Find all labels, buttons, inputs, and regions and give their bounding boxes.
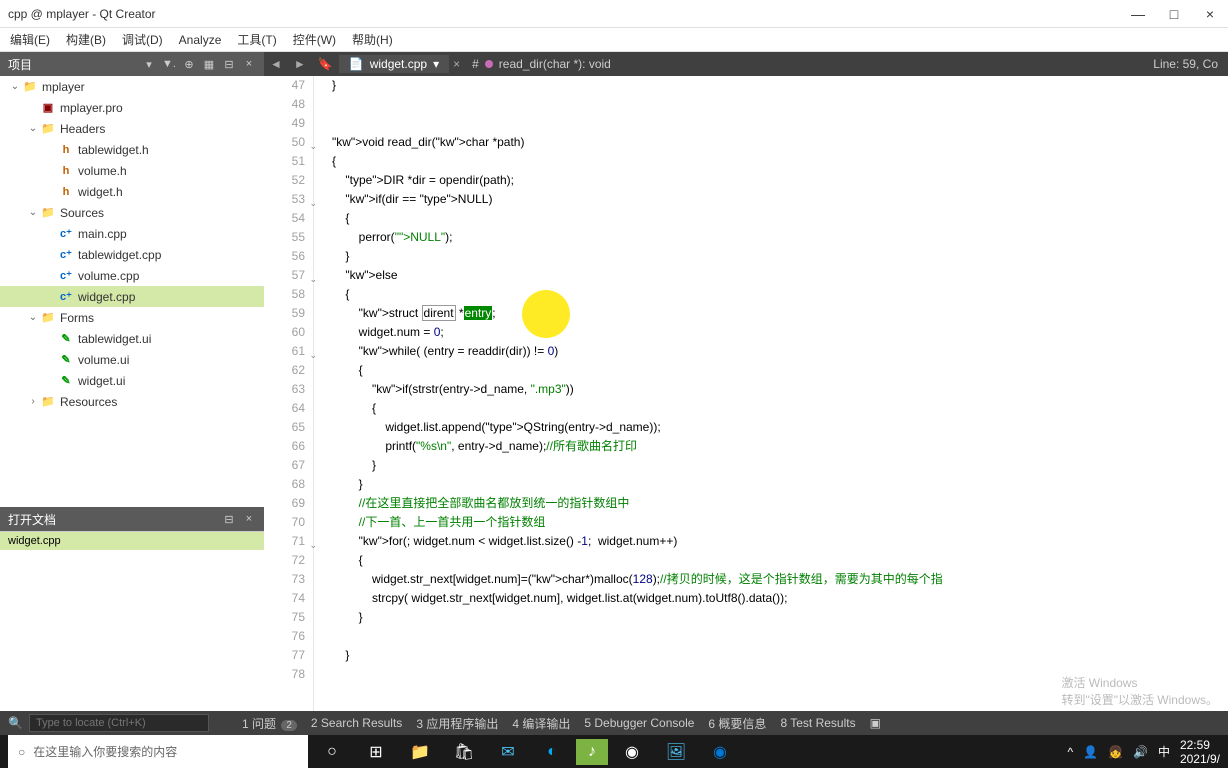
test-results-tab[interactable]: 8 Test Results [780, 716, 855, 730]
file-icon: 📄 [349, 57, 364, 71]
tree-node[interactable]: ✎volume.ui [0, 349, 264, 370]
issues-tab[interactable]: 1 问题 2 [242, 715, 297, 732]
tray-ime-icon[interactable]: 中 [1158, 743, 1170, 760]
tray-up-icon[interactable]: ^ [1067, 745, 1073, 759]
tree-node[interactable]: ⌄📁mplayer [0, 76, 264, 97]
menu-widgets[interactable]: 控件(W) [285, 29, 344, 50]
maximize-button[interactable]: □ [1164, 4, 1184, 24]
split-icon[interactable]: ⊟ [222, 57, 236, 71]
tray-user-icon[interactable]: 👧 [1108, 745, 1123, 759]
app-icon-2[interactable]: ◉ [612, 735, 652, 768]
menu-debug[interactable]: 调试(D) [114, 29, 171, 50]
filter-icon[interactable]: ▼. [162, 57, 176, 71]
tree-node[interactable]: ▣mplayer.pro [0, 97, 264, 118]
editor-tab-bar: ◄ ► 🔖 📄 widget.cpp ▾ × # read_dir(char *… [264, 52, 1228, 76]
breadcrumb[interactable]: # read_dir(char *): void [464, 57, 619, 71]
docs-panel-header: 打开文档 ⊟ × [0, 507, 264, 531]
cortana-circle-icon[interactable]: ○ [312, 735, 352, 768]
breadcrumb-text: read_dir(char *): void [499, 57, 611, 71]
tree-node[interactable]: ✎tablewidget.ui [0, 328, 264, 349]
code-content[interactable]: }"kw">void read_dir("kw">char *path){ "t… [314, 76, 1228, 711]
locator[interactable]: 🔍 [8, 714, 228, 732]
project-tree[interactable]: ⌄📁mplayer▣mplayer.pro⌄📁Headershtablewidg… [0, 76, 264, 507]
explorer-icon[interactable]: 📁 [400, 735, 440, 768]
nav-fwd-icon[interactable]: ► [288, 57, 312, 71]
menu-analyze[interactable]: Analyze [171, 31, 230, 49]
window-controls: — □ × [1128, 4, 1220, 24]
left-panel: 项目 ▾ ▼. ⊕ ▦ ⊟ × ⌄📁mplayer▣mplayer.pro⌄📁H… [0, 52, 264, 711]
tree-node[interactable]: c⁺main.cpp [0, 223, 264, 244]
dropdown-icon[interactable]: ▾ [142, 57, 156, 71]
editor-panel: ◄ ► 🔖 📄 widget.cpp ▾ × # read_dir(char *… [264, 52, 1228, 711]
tree-node[interactable]: ✎widget.ui [0, 370, 264, 391]
menu-edit[interactable]: 编辑(E) [2, 29, 58, 50]
layout-icon[interactable]: ▦ [202, 57, 216, 71]
debugger-console-tab[interactable]: 5 Debugger Console [584, 716, 694, 730]
close-button[interactable]: × [1200, 4, 1220, 24]
docs-close-icon[interactable]: × [242, 512, 256, 526]
code-editor[interactable]: 47484950⌄515253⌄54555657⌄58596061⌄626364… [264, 76, 1228, 711]
tree-node[interactable]: hwidget.h [0, 181, 264, 202]
menu-tools[interactable]: 工具(T) [229, 29, 284, 50]
mail-icon[interactable]: ✉ [488, 735, 528, 768]
window-title: cpp @ mplayer - Qt Creator [8, 7, 156, 21]
tree-node[interactable]: ⌄📁Sources [0, 202, 264, 223]
edge-icon[interactable]: ◉ [700, 735, 740, 768]
photos-icon[interactable]: 🖼 [656, 735, 696, 768]
nav-back-icon[interactable]: ◄ [264, 57, 288, 71]
tree-node[interactable]: ⌄📁Headers [0, 118, 264, 139]
project-panel-title: 项目 [8, 56, 32, 73]
bookmark-icon[interactable]: 🔖 [312, 57, 339, 71]
tab-dropdown-icon[interactable]: ▾ [433, 57, 439, 71]
taskbar-search-placeholder: 在这里输入你要搜索的内容 [33, 743, 177, 760]
minimize-button[interactable]: — [1128, 4, 1148, 24]
tree-node[interactable]: ›📁Resources [0, 391, 264, 412]
browser-icon[interactable]: ◐ [532, 735, 572, 768]
taskbar-search[interactable]: ○ 在这里输入你要搜索的内容 [8, 735, 308, 768]
close-panel-icon[interactable]: × [242, 57, 256, 71]
output-toggle-icon[interactable]: ▣ [870, 716, 881, 730]
active-tab[interactable]: 📄 widget.cpp ▾ [339, 55, 449, 73]
tree-node[interactable]: c⁺tablewidget.cpp [0, 244, 264, 265]
menu-build[interactable]: 构建(B) [58, 29, 114, 50]
cortana-icon: ○ [18, 745, 25, 759]
tree-node[interactable]: htablewidget.h [0, 139, 264, 160]
function-icon [485, 60, 493, 68]
clock[interactable]: 22:59 2021/9/ [1180, 738, 1220, 766]
search-results-tab[interactable]: 2 Search Results [311, 716, 402, 730]
general-messages-tab[interactable]: 6 概要信息 [708, 715, 766, 732]
docs-panel-title: 打开文档 [8, 511, 56, 528]
bottom-bar: 🔍 1 问题 2 2 Search Results 3 应用程序输出 4 编译输… [0, 711, 1228, 735]
project-panel-header: 项目 ▾ ▼. ⊕ ▦ ⊟ × [0, 52, 264, 76]
sync-icon[interactable]: ⊕ [182, 57, 196, 71]
tree-node[interactable]: c⁺volume.cpp [0, 265, 264, 286]
system-tray[interactable]: ^ 👤 👧 🔊 中 22:59 2021/9/ [1067, 738, 1220, 766]
search-icon: 🔍 [8, 716, 23, 730]
locator-input[interactable] [29, 714, 209, 732]
app-icon-1[interactable]: ♪ [576, 739, 608, 765]
tab-close-icon[interactable]: × [449, 57, 464, 71]
title-bar: cpp @ mplayer - Qt Creator — □ × [0, 0, 1228, 28]
windows-taskbar: ○ 在这里输入你要搜索的内容 ○ ⊞ 📁 🛍 ✉ ◐ ♪ ◉ 🖼 ◉ ^ 👤 👧… [0, 735, 1228, 768]
compile-output-tab[interactable]: 4 编译输出 [512, 715, 570, 732]
open-doc-item[interactable]: widget.cpp [0, 532, 264, 550]
store-icon[interactable]: 🛍 [444, 735, 484, 768]
docs-split-icon[interactable]: ⊟ [222, 512, 236, 526]
cursor-position: Line: 59, Co [1143, 57, 1228, 71]
line-gutter: 47484950⌄515253⌄54555657⌄58596061⌄626364… [264, 76, 314, 711]
menu-help[interactable]: 帮助(H) [344, 29, 401, 50]
tray-people-icon[interactable]: 👤 [1083, 745, 1098, 759]
tree-node[interactable]: c⁺widget.cpp [0, 286, 264, 307]
app-output-tab[interactable]: 3 应用程序输出 [416, 715, 498, 732]
tree-node[interactable]: ⌄📁Forms [0, 307, 264, 328]
tab-filename: widget.cpp [370, 57, 427, 71]
task-view-icon[interactable]: ⊞ [356, 735, 396, 768]
open-docs-list: widget.cpp [0, 531, 264, 711]
tree-node[interactable]: hvolume.h [0, 160, 264, 181]
breadcrumb-sep: # [472, 57, 479, 71]
menu-bar: 编辑(E) 构建(B) 调试(D) Analyze 工具(T) 控件(W) 帮助… [0, 28, 1228, 52]
tray-speaker-icon[interactable]: 🔊 [1133, 745, 1148, 759]
